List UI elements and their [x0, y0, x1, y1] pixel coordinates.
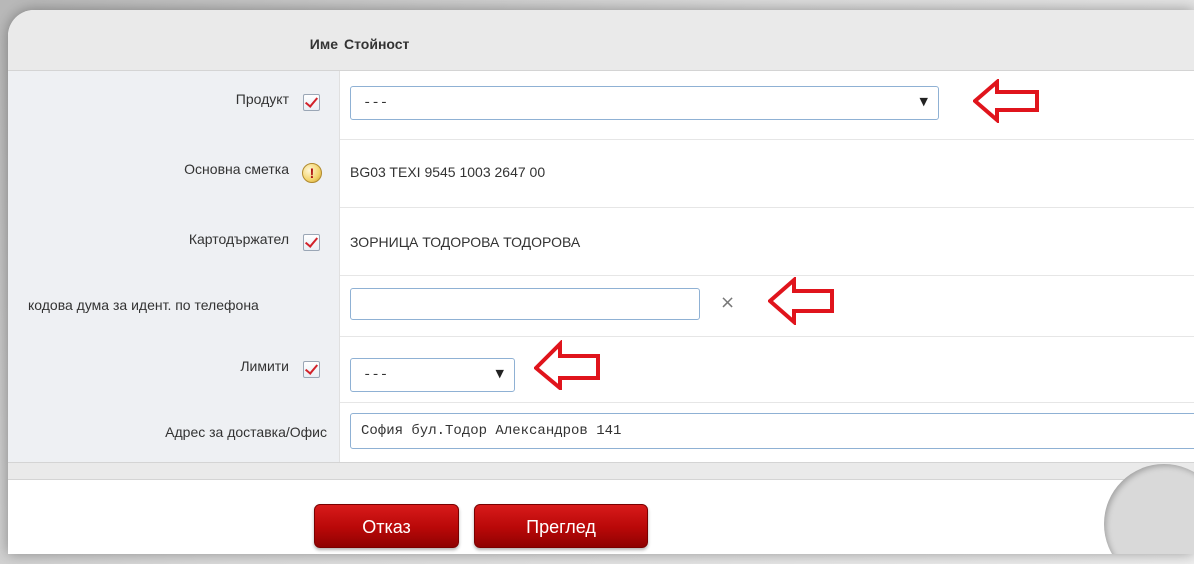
triangle-down-icon: ▼	[495, 367, 504, 380]
preview-button[interactable]: Преглед	[474, 504, 648, 548]
row-code-word: кодова дума за идент. по телефона ×	[8, 275, 1194, 337]
cardholder-value: ЗОРНИЦА ТОДОРОВА ТОДОРОВА	[350, 234, 581, 250]
header-name: Име	[309, 36, 338, 52]
main-account-value: BG03 TEXI 9545 1003 2647 00	[350, 164, 546, 180]
delivery-label: Адрес за доставка/Офис	[165, 424, 327, 440]
cancel-button[interactable]: Отказ	[314, 504, 459, 548]
delivery-address-input[interactable]	[350, 413, 1194, 449]
row-cardholder: Картодържател ЗОРНИЦА ТОДОРОВА ТОДОРОВА	[8, 207, 1194, 276]
left-arrow-icon	[973, 79, 1039, 123]
limits-label: Лимити	[240, 358, 289, 374]
label-cell: Лимити	[8, 336, 340, 402]
main-account-label: Основна сметка	[184, 161, 289, 177]
exclamation-icon: !	[302, 163, 322, 183]
label-cell: Картодържател	[8, 207, 340, 275]
required-checkbox-icon	[303, 234, 320, 251]
header-value: Стойност	[344, 36, 410, 52]
row-limits: Лимити --- ▼	[8, 336, 1194, 403]
label-cell: Основна сметка !	[8, 139, 340, 207]
footer-divider	[8, 462, 1194, 480]
label-cell: Адрес за доставка/Офис	[8, 402, 340, 462]
required-checkbox-icon	[303, 94, 320, 111]
limits-select-value: ---	[363, 367, 389, 383]
row-product: Продукт --- ▼	[8, 71, 1194, 140]
left-arrow-icon	[534, 340, 600, 390]
product-select[interactable]: --- ▼	[350, 86, 939, 120]
left-arrow-icon	[768, 277, 834, 325]
cardholder-label: Картодържател	[188, 231, 289, 247]
form-panel: Име Стойност Продукт --- ▼ Основна сметк…	[8, 10, 1194, 554]
product-select-value: ---	[363, 95, 389, 111]
limits-select[interactable]: --- ▼	[350, 358, 515, 392]
product-label: Продукт	[235, 91, 289, 107]
code-word-input[interactable]	[350, 288, 700, 320]
required-checkbox-icon	[303, 361, 320, 378]
label-cell: кодова дума за идент. по телефона	[8, 275, 340, 336]
table-header: Име Стойност	[8, 10, 1194, 71]
triangle-down-icon: ▼	[919, 95, 928, 108]
code-word-label: кодова дума за идент. по телефона	[28, 297, 259, 313]
label-cell: Продукт	[8, 71, 340, 139]
clear-icon[interactable]: ×	[720, 292, 735, 313]
row-delivery: Адрес за доставка/Офис	[8, 402, 1194, 463]
row-main-account: Основна сметка ! BG03 TEXI 9545 1003 264…	[8, 139, 1194, 208]
